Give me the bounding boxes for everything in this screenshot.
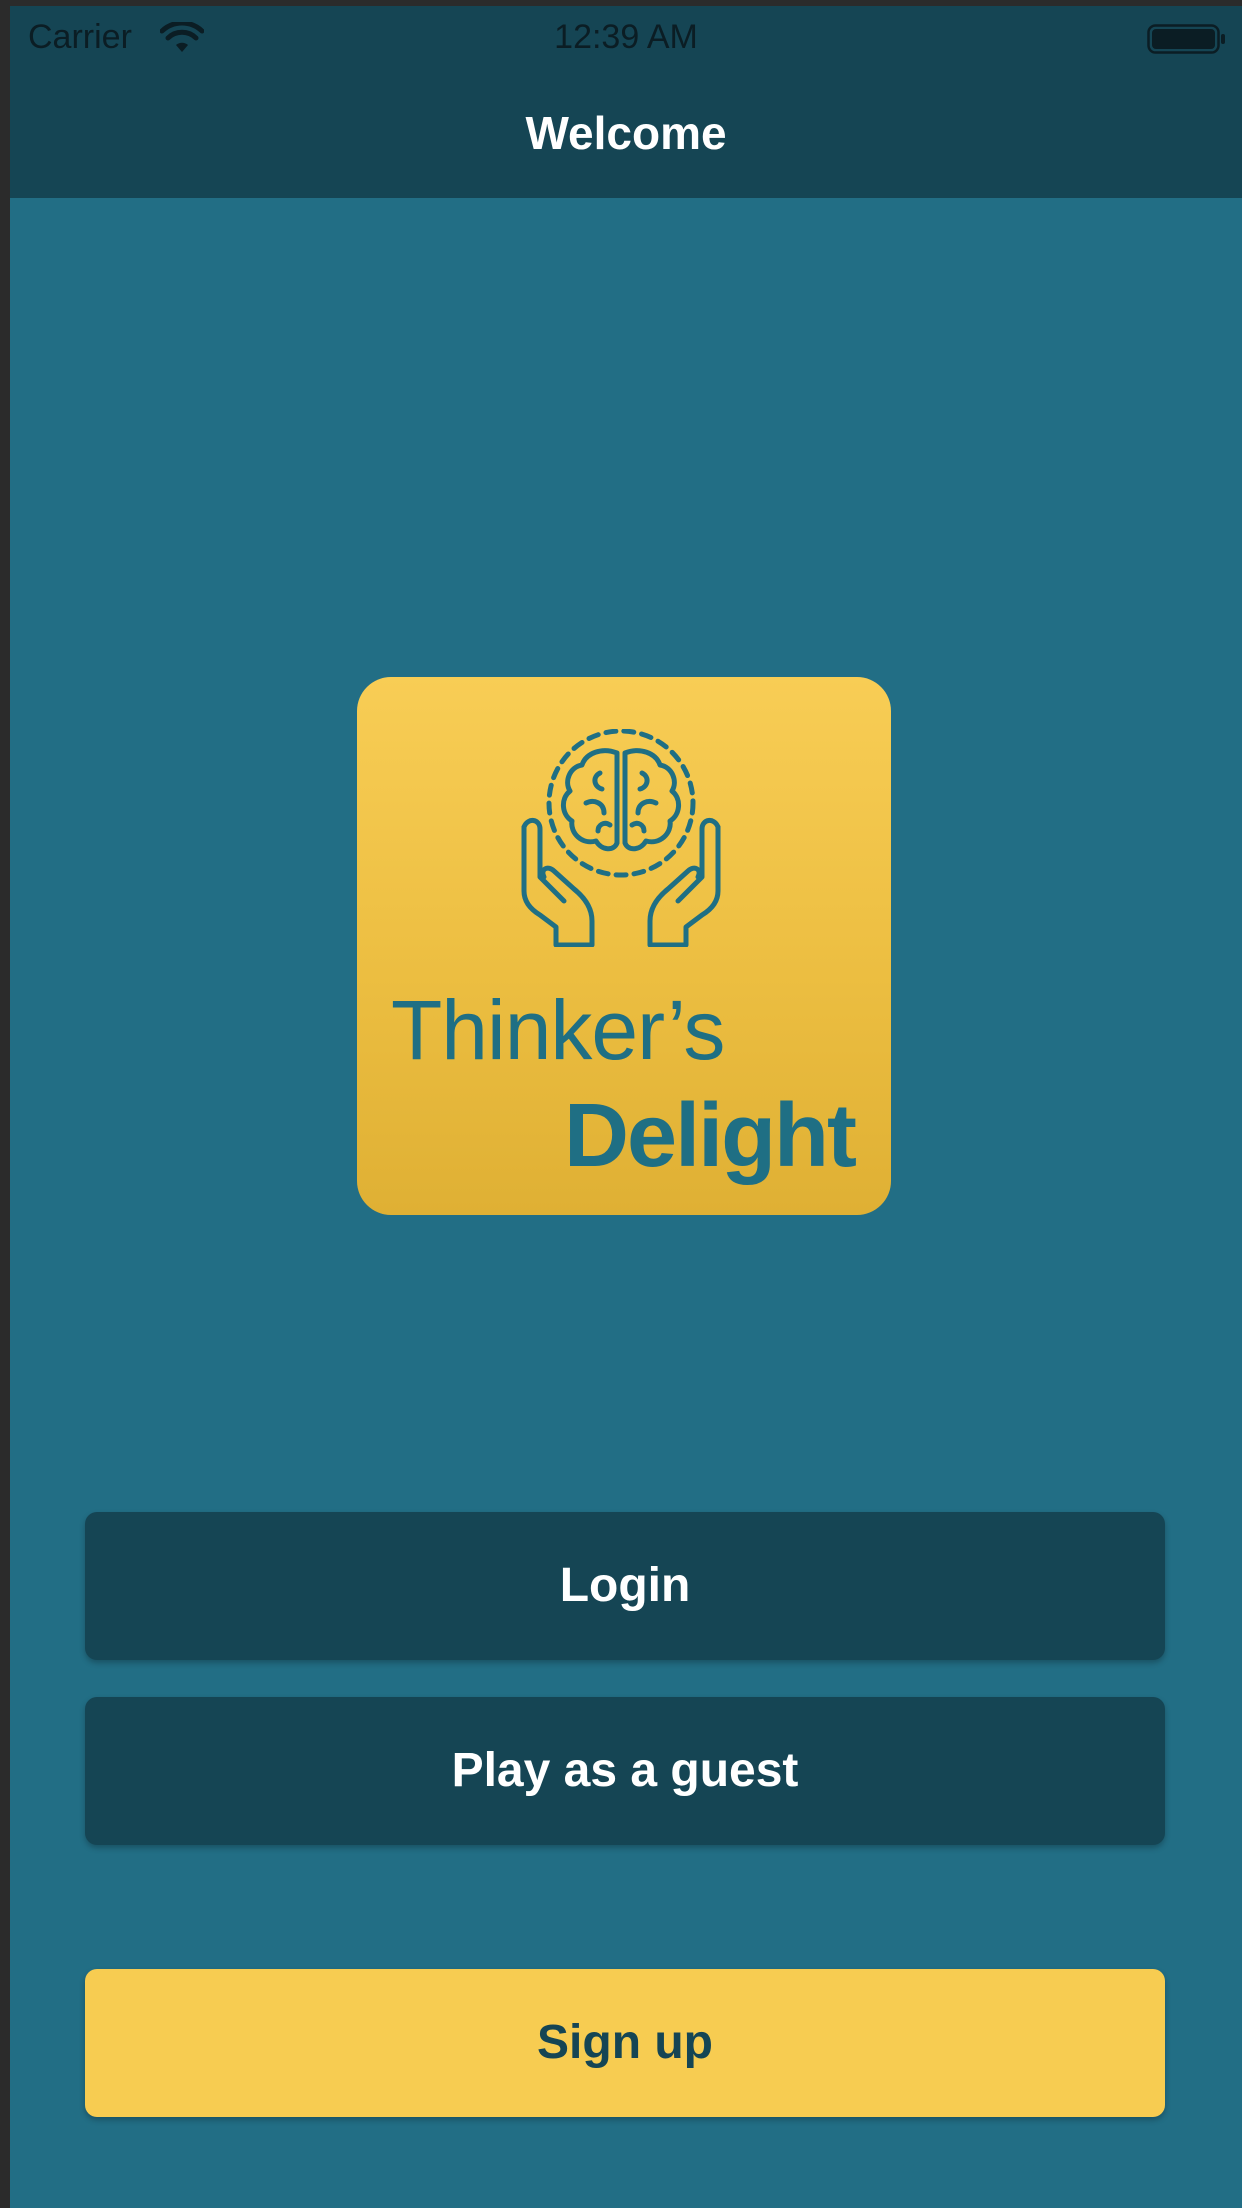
navigation-bar: Carrier 12:39 AM Welcome bbox=[10, 6, 1242, 198]
play-as-guest-button[interactable]: Play as a guest bbox=[85, 1697, 1165, 1845]
app-logo: Thinker’s Delight bbox=[357, 677, 891, 1215]
brain-in-hands-icon bbox=[521, 729, 721, 947]
page-title: Welcome bbox=[525, 107, 727, 159]
battery-icon bbox=[1147, 24, 1225, 54]
logo-text-delight: Delight bbox=[564, 1086, 857, 1186]
login-button[interactable]: Login bbox=[85, 1512, 1165, 1660]
status-time: 12:39 AM bbox=[554, 18, 698, 56]
app-screen: Carrier 12:39 AM Welcome Thinker’s Delig… bbox=[10, 6, 1242, 2208]
logo-text-thinkers: Thinker’s bbox=[391, 983, 725, 1077]
status-bar: Carrier 12:39 AM bbox=[10, 6, 1242, 70]
sign-up-button[interactable]: Sign up bbox=[85, 1969, 1165, 2117]
